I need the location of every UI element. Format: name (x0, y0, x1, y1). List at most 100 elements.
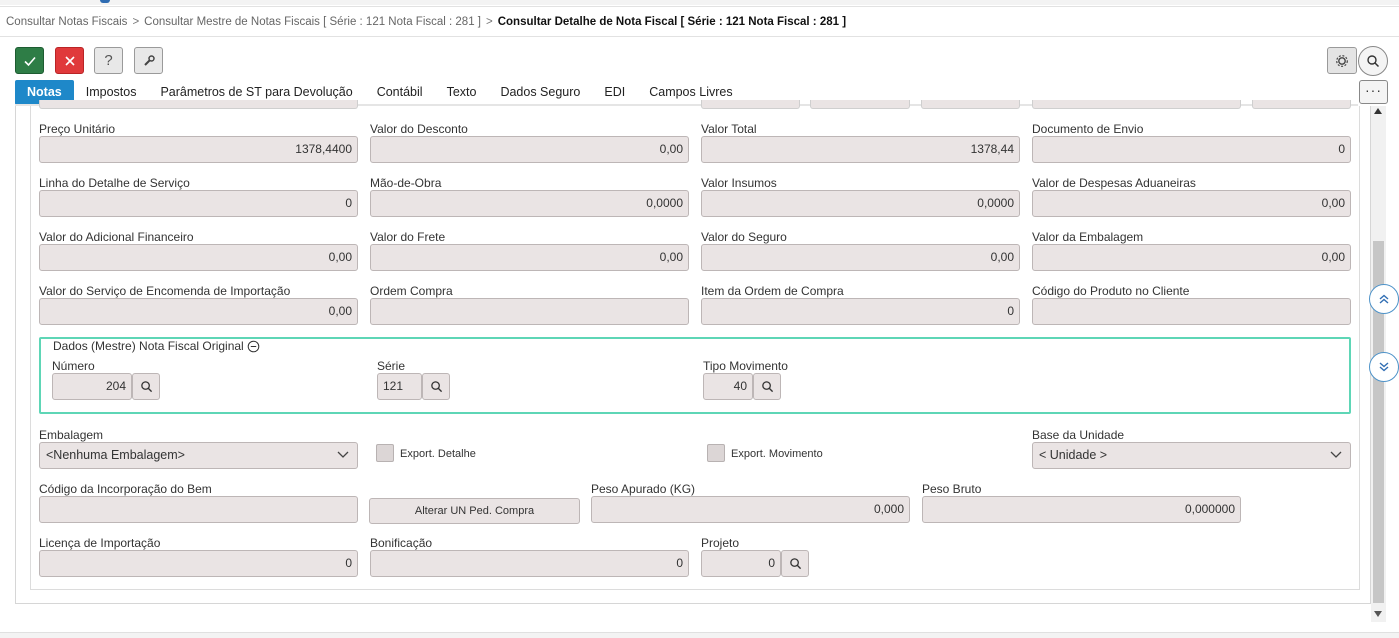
valor-embalagem-field[interactable]: 0,00 (1032, 244, 1351, 271)
help-button[interactable]: ? (94, 47, 123, 74)
numero-field[interactable]: 204 (52, 373, 132, 400)
search-icon (761, 381, 773, 393)
valor-total-field[interactable]: 1378,44 (701, 136, 1020, 163)
numero-label: Número (52, 359, 95, 373)
chevron-down-icon (337, 451, 349, 458)
confirm-button[interactable] (15, 47, 44, 74)
original-invoice-group-title[interactable]: Dados (Mestre) Nota Fiscal Original (50, 339, 263, 353)
chevron-down-icon (1330, 451, 1342, 458)
valor-despesas-aduaneiras-label: Valor de Despesas Aduaneiras (1032, 176, 1196, 190)
embalagem-label: Embalagem (39, 428, 104, 442)
bonificacao-field[interactable]: 0 (370, 550, 689, 577)
tab-edi[interactable]: EDI (592, 80, 637, 105)
valor-servico-encomenda-label: Valor do Serviço de Encomenda de Importa… (39, 284, 291, 298)
valor-seguro-label: Valor do Seguro (701, 230, 787, 244)
embalagem-selected: <Nenhuma Embalagem> (46, 448, 185, 462)
documento-envio-field[interactable]: 0 (1032, 136, 1351, 163)
search-icon (789, 558, 801, 570)
cut-off-field (701, 100, 800, 109)
tipo-movimento-label: Tipo Movimento (703, 359, 788, 373)
projeto-lookup-button[interactable] (781, 550, 809, 577)
valor-adicional-financeiro-field[interactable]: 0,00 (39, 244, 358, 271)
scroll-to-top-button[interactable] (1369, 284, 1399, 314)
preco-unitario-field[interactable]: 1378,4400 (39, 136, 358, 163)
tools-button[interactable] (134, 47, 163, 74)
valor-seguro-field[interactable]: 0,00 (701, 244, 1020, 271)
tipo-movimento-field[interactable]: 40 (703, 373, 753, 400)
tab-texto[interactable]: Texto (435, 80, 489, 105)
valor-total-label: Valor Total (701, 122, 757, 136)
cut-off-field (39, 100, 358, 109)
linha-detalhe-servico-label: Linha do Detalhe de Serviço (39, 176, 190, 190)
more-options-button[interactable]: ··· (1359, 80, 1388, 104)
valor-insumos-label: Valor Insumos (701, 176, 777, 190)
global-search-button[interactable] (1358, 46, 1388, 76)
projeto-field[interactable]: 0 (701, 550, 781, 577)
help-icon: ? (104, 52, 113, 69)
breadcrumb-separator: > (132, 16, 140, 28)
serie-field[interactable]: 121 (377, 373, 422, 400)
export-detalhe-checkbox[interactable] (376, 444, 394, 462)
breadcrumb-item-mestre[interactable]: Consultar Mestre de Notas Fiscais [ Séri… (144, 16, 481, 28)
item-ordem-compra-field[interactable]: 0 (701, 298, 1020, 325)
double-chevron-down-icon (1379, 362, 1389, 372)
tipo-movimento-lookup-button[interactable] (753, 373, 781, 400)
codigo-produto-cliente-field[interactable] (1032, 298, 1351, 325)
embalagem-select[interactable]: <Nenhuma Embalagem> (39, 442, 358, 469)
projeto-label: Projeto (701, 536, 740, 550)
valor-frete-field[interactable]: 0,00 (370, 244, 689, 271)
export-movimento-checkbox[interactable] (707, 444, 725, 462)
top-stripe (0, 0, 1399, 5)
valor-desconto-label: Valor do Desconto (370, 122, 468, 136)
ordem-compra-field[interactable] (370, 298, 689, 325)
top-accent (100, 0, 110, 3)
licenca-importacao-field[interactable]: 0 (39, 550, 358, 577)
ordem-compra-label: Ordem Compra (370, 284, 453, 298)
serie-label: Série (377, 359, 406, 373)
settings-button[interactable] (1327, 47, 1357, 74)
mao-de-obra-field[interactable]: 0,0000 (370, 190, 689, 217)
export-detalhe-label: Export. Detalhe (400, 448, 476, 460)
tab-dados-seguro[interactable]: Dados Seguro (488, 80, 592, 105)
tab-contabil[interactable]: Contábil (365, 80, 435, 105)
breadcrumb-current: Consultar Detalhe de Nota Fiscal [ Série… (497, 16, 847, 28)
valor-desconto-field[interactable]: 0,00 (370, 136, 689, 163)
numero-lookup-button[interactable] (132, 373, 160, 400)
peso-bruto-field[interactable]: 0,000000 (922, 496, 1241, 523)
cut-off-field (921, 100, 1020, 109)
valor-servico-encomenda-field[interactable]: 0,00 (39, 298, 358, 325)
bonificacao-label: Bonificação (370, 536, 433, 550)
cut-off-field (810, 100, 910, 109)
peso-apurado-field[interactable]: 0,000 (591, 496, 910, 523)
scroll-up-arrow-icon[interactable] (1374, 108, 1382, 114)
codigo-produto-cliente-label: Código do Produto no Cliente (1032, 284, 1190, 298)
export-movimento-label: Export. Movimento (731, 448, 823, 460)
alterar-un-ped-compra-button[interactable]: Alterar UN Ped. Compra (369, 498, 580, 524)
valor-frete-label: Valor do Frete (370, 230, 446, 244)
cancel-button[interactable] (55, 47, 84, 74)
cut-off-field (1252, 100, 1351, 109)
base-unidade-select[interactable]: < Unidade > (1032, 442, 1351, 469)
original-invoice-title: Dados (Mestre) Nota Fiscal Original (53, 339, 244, 353)
serie-lookup-button[interactable] (422, 373, 450, 400)
mao-de-obra-label: Mão-de-Obra (370, 176, 442, 190)
peso-apurado-label: Peso Apurado (KG) (591, 482, 696, 496)
breadcrumb-item-notas[interactable]: Consultar Notas Fiscais (6, 16, 127, 28)
valor-despesas-aduaneiras-field[interactable]: 0,00 (1032, 190, 1351, 217)
scroll-down-arrow-icon[interactable] (1374, 611, 1382, 617)
double-chevron-up-icon (1379, 294, 1389, 304)
cut-off-field (1032, 100, 1241, 109)
wrench-icon (143, 54, 155, 66)
collapse-icon[interactable] (247, 340, 260, 353)
bottom-bar (0, 632, 1399, 638)
codigo-incorporacao-field[interactable] (39, 496, 358, 523)
check-icon (23, 56, 36, 66)
breadcrumb-separator: > (486, 16, 493, 28)
valor-insumos-field[interactable]: 0,0000 (701, 190, 1020, 217)
close-icon (64, 55, 75, 66)
codigo-incorporacao-label: Código da Incorporação do Bem (39, 482, 212, 496)
linha-detalhe-servico-field[interactable]: 0 (39, 190, 358, 217)
preco-unitario-label: Preço Unitário (39, 122, 116, 136)
scroll-to-bottom-button[interactable] (1369, 352, 1399, 382)
documento-envio-label: Documento de Envio (1032, 122, 1144, 136)
